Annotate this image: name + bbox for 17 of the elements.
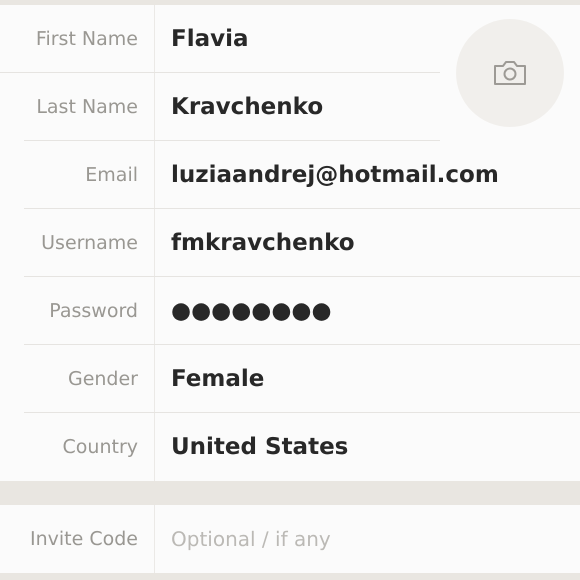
field-label: Gender [68,366,138,392]
input-field[interactable]: Flavia [155,5,440,73]
field-label: Password [49,298,138,324]
input-field[interactable]: United States [155,413,580,481]
field-label: Email [85,162,138,188]
field-label: First Name [36,26,138,52]
camera-icon [492,59,528,87]
input-field[interactable]: Optional / if any [155,505,580,573]
input-field[interactable]: Female [155,345,580,413]
field-label: Username [41,230,138,256]
input-field[interactable]: ●●●●●●●● [155,277,580,345]
field-label: Invite Code [30,526,138,552]
field-label: Last Name [36,94,138,120]
field-label: Country [62,434,138,460]
input-field[interactable]: fmkravchenko [155,209,580,277]
input-field[interactable]: luziaandrej@hotmail.com [155,141,580,209]
input-field[interactable]: Kravchenko [155,73,440,141]
